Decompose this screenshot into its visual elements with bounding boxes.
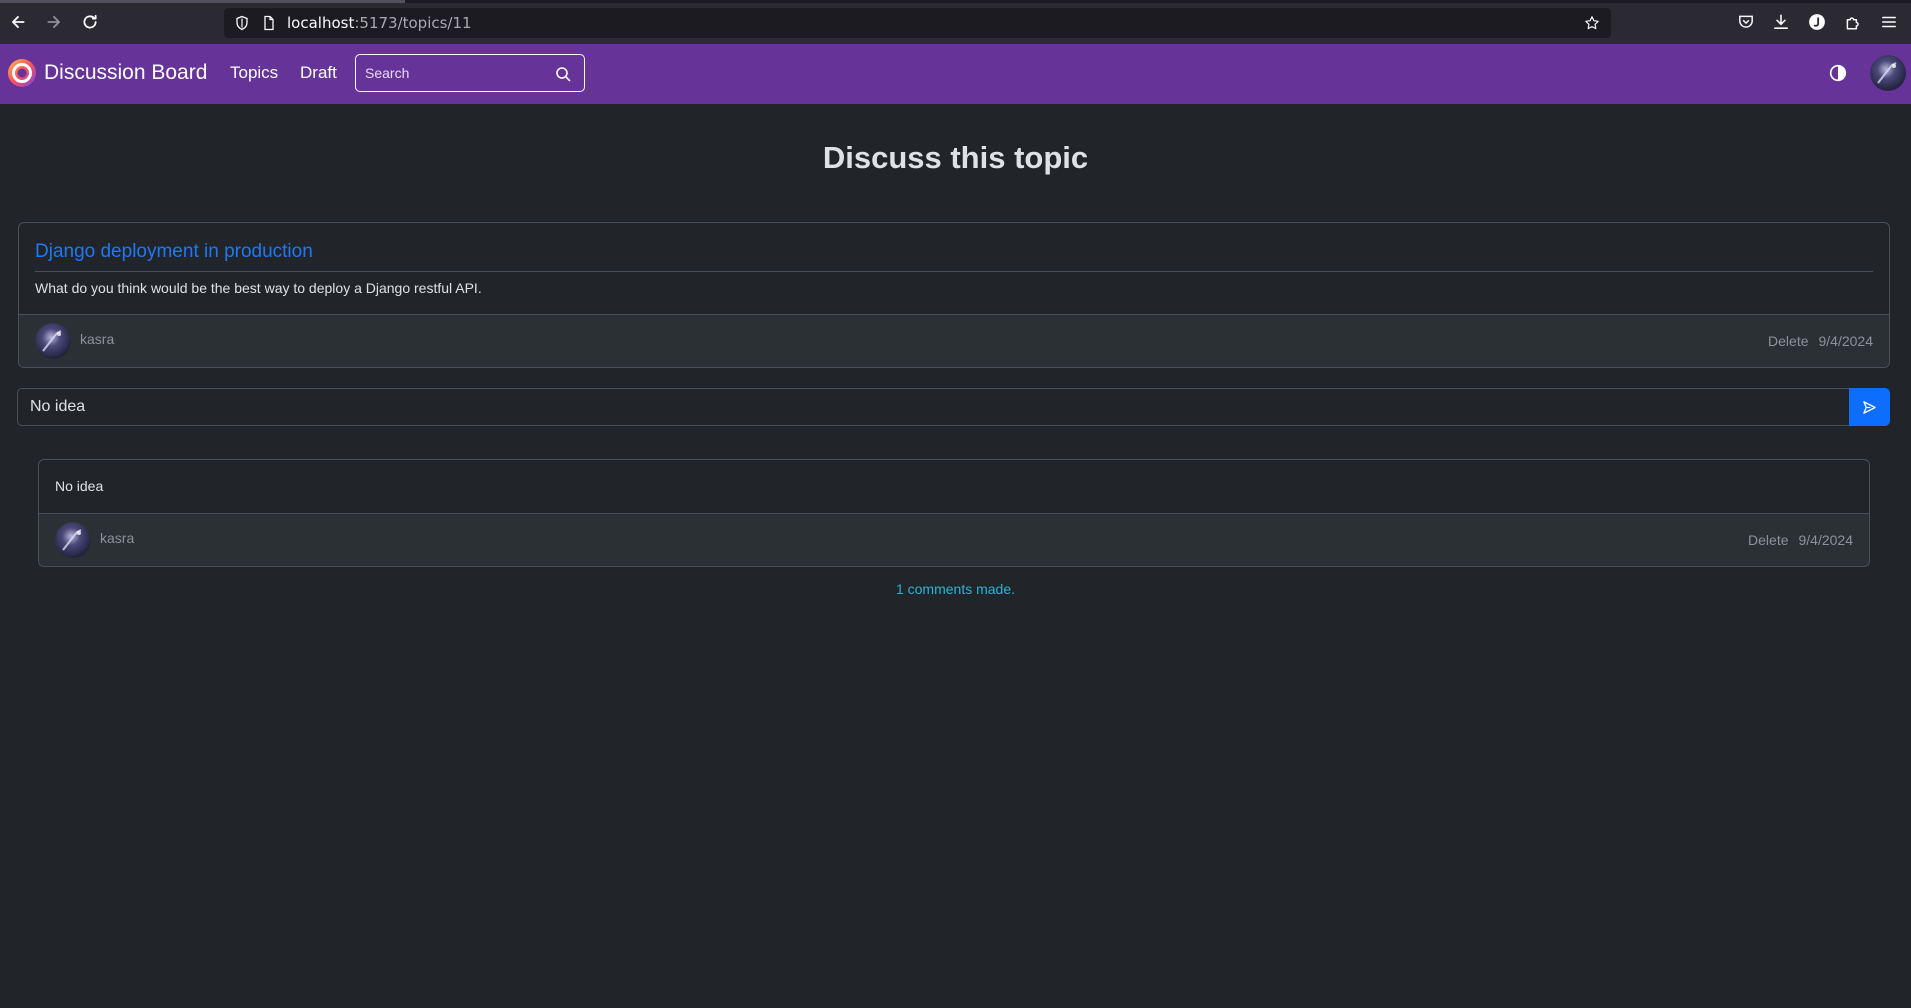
pocket-icon[interactable] [1737, 13, 1755, 31]
comment-body: No idea [55, 478, 104, 494]
url-bar[interactable]: localhost:5173/topics/11 [224, 8, 1611, 38]
brand-logo-icon[interactable] [7, 58, 37, 88]
topic-card: Django deployment in production What do … [18, 222, 1890, 368]
comment-footer: kasra Delete 9/4/2024 [39, 513, 1869, 566]
comment-card: No idea kasra Delete 9/4/2024 [38, 459, 1870, 567]
reload-icon[interactable] [79, 11, 101, 33]
url-text[interactable]: localhost:5173/topics/11 [287, 14, 472, 32]
send-comment-button[interactable] [1849, 388, 1890, 426]
nav-link-draft[interactable]: Draft [300, 63, 337, 83]
topic-meta: Delete 9/4/2024 [1768, 333, 1873, 349]
back-icon[interactable] [7, 11, 29, 33]
nav-link-topics[interactable]: Topics [230, 63, 278, 83]
url-path: :5173/topics/11 [354, 14, 472, 32]
brand-title[interactable]: Discussion Board [44, 61, 207, 85]
topic-title-link[interactable]: Django deployment in production [35, 241, 313, 263]
downloads-icon[interactable] [1772, 13, 1790, 31]
comment-delete-button[interactable]: Delete [1748, 532, 1788, 548]
shield-icon[interactable] [234, 15, 250, 31]
page-title: Discuss this topic [822, 140, 1089, 175]
url-host: localhost [287, 14, 355, 32]
comment-meta: Delete 9/4/2024 [1748, 532, 1853, 548]
topic-date: 9/4/2024 [1818, 333, 1874, 349]
extensions-icon[interactable] [1844, 13, 1862, 31]
theme-toggle-icon[interactable] [1829, 64, 1847, 82]
topic-footer: kasra Delete 9/4/2024 [19, 314, 1889, 367]
tab-strip [0, 0, 1911, 3]
topic-author-avatar [35, 323, 71, 359]
comment-input[interactable] [17, 388, 1850, 426]
search-form [355, 54, 585, 92]
comments-count: 1 comments made. [895, 581, 1016, 597]
user-avatar[interactable] [1870, 55, 1906, 91]
comment-author-avatar [55, 522, 91, 558]
comment-date: 9/4/2024 [1798, 532, 1854, 548]
active-tab-indicator [0, 0, 405, 3]
page-icon[interactable] [261, 15, 277, 31]
comment-author-name: kasra [100, 530, 135, 546]
menu-icon[interactable] [1880, 13, 1898, 31]
browser-toolbar: localhost:5173/topics/11 [0, 0, 1911, 44]
topic-delete-button[interactable]: Delete [1768, 333, 1808, 349]
topic-body: What do you think would be the best way … [35, 280, 482, 296]
search-icon[interactable] [555, 66, 571, 82]
comment-form [17, 388, 1890, 426]
send-icon [1863, 400, 1876, 414]
account-icon[interactable] [1808, 13, 1826, 31]
topic-divider [35, 271, 1873, 272]
topic-author-name: kasra [80, 331, 115, 347]
bookmark-star-icon[interactable] [1584, 15, 1600, 31]
search-input[interactable] [365, 63, 545, 83]
forward-icon[interactable] [43, 11, 65, 33]
app-navbar: Discussion Board Topics Draft [0, 44, 1911, 104]
